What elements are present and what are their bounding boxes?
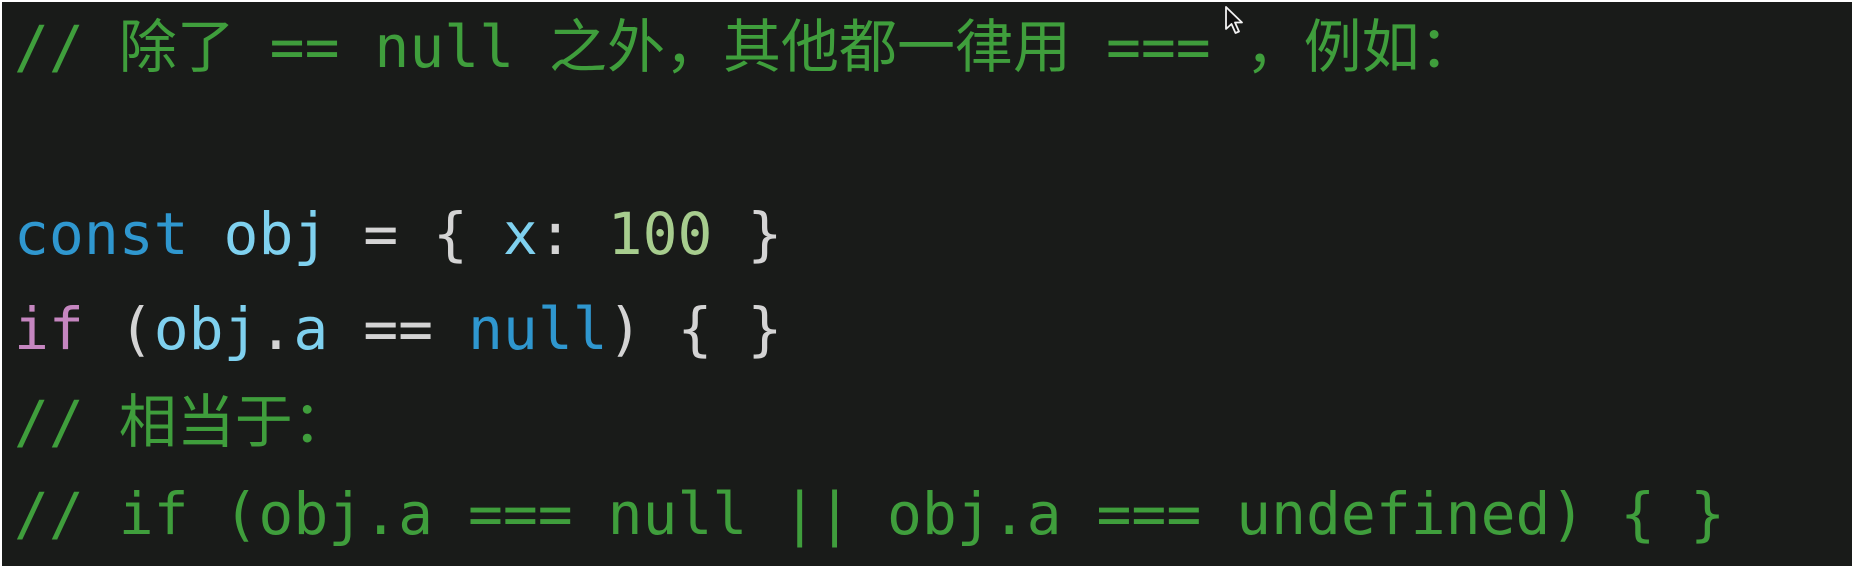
- property-x: x: [502, 200, 538, 268]
- dot: .: [258, 295, 294, 363]
- keyword-const: const: [14, 200, 189, 268]
- equality-operator: ==: [328, 295, 468, 363]
- keyword-if: if: [14, 295, 84, 363]
- number-literal: 100: [607, 200, 713, 268]
- block-braces: ) { }: [607, 295, 783, 363]
- close-brace: }: [712, 200, 783, 268]
- code-line-3: const obj = { x: 100 }: [14, 194, 782, 274]
- property-a: a: [293, 295, 329, 363]
- code-line-5: // 相当于：: [14, 388, 351, 456]
- open-paren: (: [83, 295, 154, 363]
- mouse-pointer-icon: [1225, 6, 1243, 34]
- code-line-1: // 除了 == null 之外，其他都一律用 === ，例如：: [14, 13, 1478, 81]
- code-editor[interactable]: // 除了 == null 之外，其他都一律用 === ，例如： const o…: [2, 2, 1852, 566]
- code-line-6: // if (obj.a === null || obj.a === undef…: [14, 480, 1726, 548]
- null-literal: null: [467, 295, 608, 363]
- variable-obj: obj: [153, 295, 259, 363]
- variable-obj: obj: [223, 200, 329, 268]
- colon: :: [537, 200, 608, 268]
- assign-operator: = {: [328, 200, 503, 268]
- code-line-4: if (obj.a == null) { }: [14, 289, 782, 369]
